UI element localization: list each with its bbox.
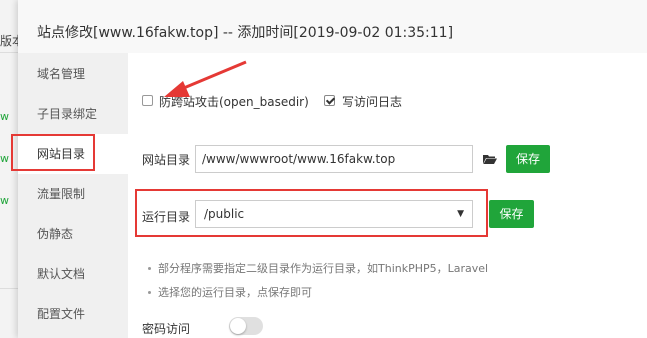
annotation-arrow-icon <box>164 60 247 97</box>
